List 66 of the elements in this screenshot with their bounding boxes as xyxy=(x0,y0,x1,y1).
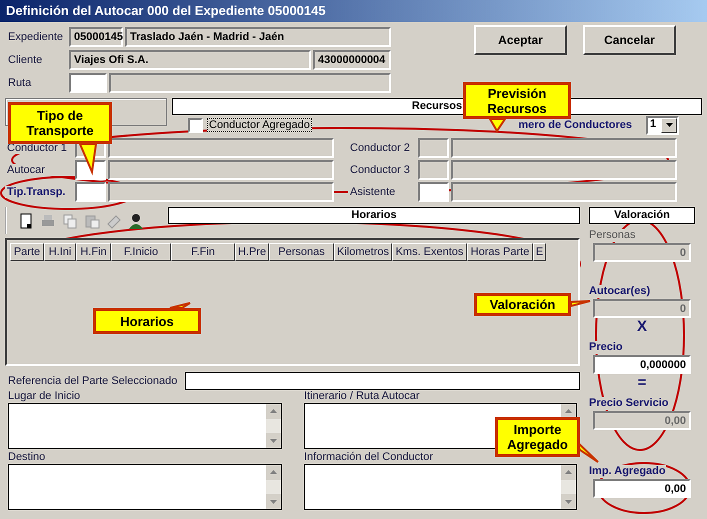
input-field[interactable] xyxy=(451,160,677,180)
checkbox[interactable] xyxy=(188,118,203,132)
field-label: Imp. Agregado xyxy=(589,465,666,478)
callout-pointer xyxy=(570,300,591,308)
column-header[interactable]: F.Fin xyxy=(171,243,235,261)
field-label: Personas xyxy=(589,229,636,242)
dialog-button[interactable]: Cancelar xyxy=(583,25,676,55)
input-field[interactable] xyxy=(418,160,449,180)
scroll-down-icon[interactable] xyxy=(266,494,281,509)
field-label: Precio xyxy=(589,341,623,354)
input-field[interactable] xyxy=(75,182,106,202)
input-field[interactable] xyxy=(69,73,107,93)
callout-pointer xyxy=(488,118,507,133)
checkbox-label[interactable]: Conductor Agregado xyxy=(207,118,312,132)
input-field[interactable] xyxy=(185,372,580,390)
section-header: Valoración xyxy=(589,207,695,224)
scroll-down-icon[interactable] xyxy=(561,494,576,509)
input-field[interactable]: Traslado Jaén - Madrid - Jaén xyxy=(125,27,391,47)
input-field[interactable] xyxy=(108,182,334,202)
annotation-callout: Tipo de Transporte xyxy=(8,102,112,144)
input-field[interactable]: 0 xyxy=(593,299,691,318)
input-field[interactable]: 0,00 xyxy=(593,411,691,430)
scroll-up-icon[interactable] xyxy=(561,465,576,480)
input-field[interactable] xyxy=(109,73,391,93)
column-header[interactable]: H.Ini xyxy=(44,243,76,261)
dialog-button[interactable]: Aceptar xyxy=(474,25,567,55)
person-icon[interactable] xyxy=(127,212,145,230)
field-label: Referencia del Parte Seleccionado xyxy=(8,375,178,387)
column-header[interactable]: Parte xyxy=(10,243,44,261)
column-header[interactable]: Kms. Exentos xyxy=(392,243,467,261)
input-field[interactable] xyxy=(108,138,334,158)
copy-icon[interactable] xyxy=(61,212,79,230)
input-field[interactable]: 05000145 xyxy=(69,27,123,47)
input-field[interactable] xyxy=(451,182,677,202)
input-field[interactable] xyxy=(108,160,334,180)
window-title: Definición del Autocar 000 del Expediente 05000145 xyxy=(0,0,707,22)
column-header[interactable]: Personas xyxy=(269,243,334,261)
input-field[interactable] xyxy=(451,138,677,158)
input-field[interactable] xyxy=(418,182,449,202)
field-label: Precio Servicio xyxy=(589,397,668,410)
field-label: Asistente xyxy=(348,186,418,198)
dropdown[interactable]: 1 xyxy=(646,116,679,134)
column-header[interactable]: Kilometros xyxy=(334,243,392,261)
input-field[interactable]: Viajes Ofi S.A. xyxy=(69,50,311,70)
section-header: Horarios xyxy=(168,207,580,224)
input-field[interactable]: 43000000004 xyxy=(313,50,391,70)
dropdown-arrow-icon[interactable] xyxy=(666,123,672,127)
scroll-up-icon[interactable] xyxy=(266,465,281,480)
annotation-callout: Valoración xyxy=(474,293,571,316)
input-field[interactable]: 0 xyxy=(593,243,691,262)
column-header[interactable]: E xyxy=(533,243,546,261)
input-field[interactable]: 0,000000 xyxy=(593,355,691,374)
input-field[interactable]: 0,00 xyxy=(593,479,691,498)
field-label: mero de Conductores xyxy=(518,119,632,131)
scroll-down-icon[interactable] xyxy=(266,433,281,448)
text-area[interactable] xyxy=(8,403,282,449)
column-header[interactable]: F.Inicio xyxy=(111,243,171,261)
text-area[interactable] xyxy=(304,464,577,510)
column-header[interactable]: H.Pre xyxy=(235,243,269,261)
input-field[interactable] xyxy=(418,138,449,158)
scroll-up-icon[interactable] xyxy=(266,404,281,419)
column-header[interactable]: H.Fin xyxy=(76,243,111,261)
column-header[interactable]: Horas Parte xyxy=(467,243,533,261)
annotation-callout: Importe Agregado xyxy=(495,417,580,457)
field-label: Autocar(es) xyxy=(589,285,650,298)
text-area[interactable] xyxy=(8,464,282,510)
